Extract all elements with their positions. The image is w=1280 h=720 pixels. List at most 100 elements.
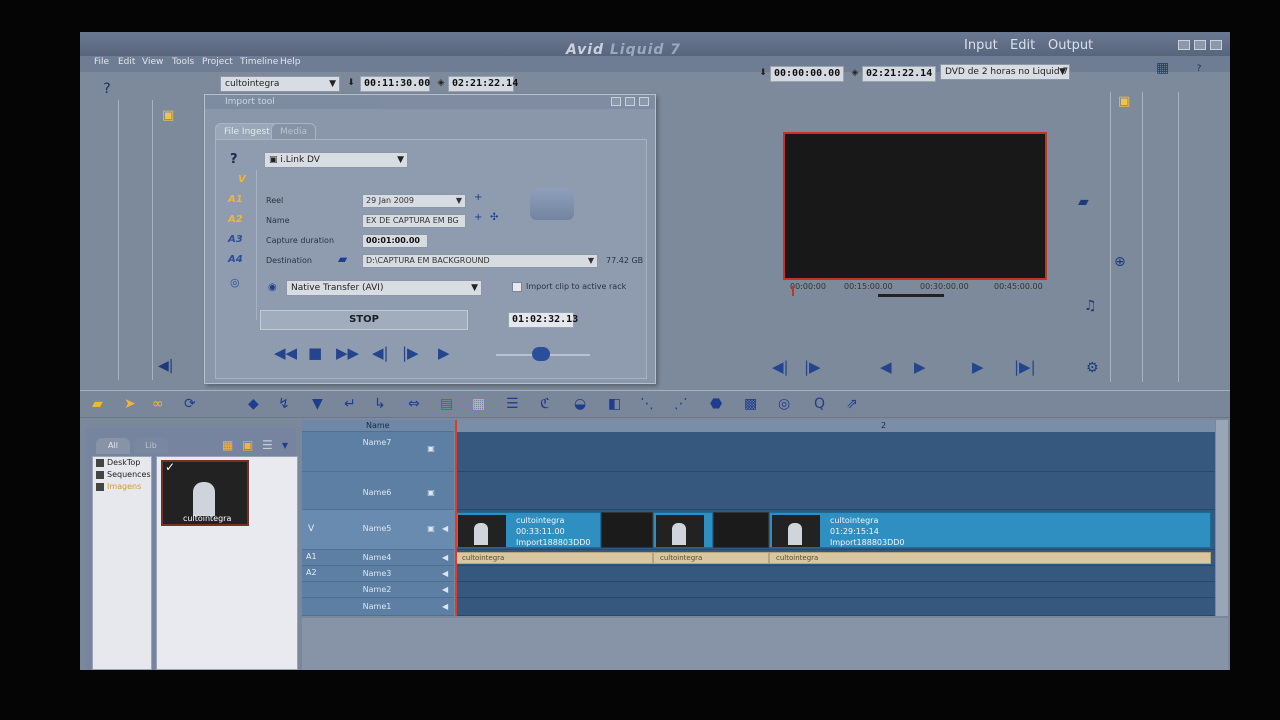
folder-icon[interactable]: ▰	[92, 396, 103, 412]
help-icon[interactable]: ?	[100, 82, 114, 96]
lift-icon[interactable]: ◆	[248, 396, 259, 412]
audio-clip[interactable]: cultointegra	[455, 552, 653, 564]
viewer-ruler[interactable]: 00:00:00 00:15:00.00 00:30:00.00 00:45:0…	[786, 282, 1046, 297]
timeline-playhead[interactable]	[455, 420, 457, 616]
folder-icon[interactable]: ▰	[1078, 194, 1089, 210]
viewer-playhead[interactable]	[792, 286, 794, 296]
tree-item-imagens[interactable]: Imagens	[93, 481, 151, 493]
name-field[interactable]: EX DE CAPTURA EM BG	[362, 214, 466, 228]
disc-icon[interactable]: ◎	[778, 396, 790, 412]
timeline-ruler[interactable]: 2	[455, 420, 1215, 432]
mark-in-icon[interactable]: ◀|	[772, 358, 789, 376]
track-tag-v[interactable]: V	[238, 174, 246, 185]
video-clip[interactable]	[713, 512, 769, 548]
tab-all[interactable]: All	[96, 438, 130, 454]
tab-file-ingest[interactable]: File Ingest	[215, 123, 279, 139]
step-forward-icon[interactable]: ▶	[914, 358, 926, 376]
play-icon[interactable]: ▶	[438, 344, 450, 362]
view-icons-icon[interactable]: ▦	[222, 438, 233, 452]
effects-icon[interactable]: ℭ	[540, 396, 550, 412]
link-icon[interactable]: ∞	[152, 396, 164, 412]
track-tag-a2[interactable]: A2	[306, 568, 317, 577]
track-row[interactable]: A1 Name4 ◀	[302, 550, 454, 566]
unlink-icon[interactable]: ⟳	[184, 396, 196, 412]
video-clip[interactable]	[653, 512, 713, 548]
track-row[interactable]: Name1 ◀	[302, 598, 454, 616]
track-row[interactable]: A2 Name3 ◀	[302, 566, 454, 582]
grid-icon[interactable]: ▦	[472, 396, 485, 412]
title-icon[interactable]: ◧	[608, 396, 621, 412]
split-all-icon[interactable]: ⋰	[674, 396, 688, 412]
audio-icon[interactable]: ♫	[1084, 298, 1097, 314]
record-viewer[interactable]	[783, 132, 1047, 280]
audio-clip[interactable]: cultointegra	[653, 552, 769, 564]
target-icon[interactable]: ◎	[230, 276, 240, 289]
menu-file[interactable]: File	[94, 57, 109, 67]
view-grid-icon[interactable]: ▣	[242, 438, 253, 452]
tree-item-desktop[interactable]: DeskTop	[93, 457, 151, 469]
track-tag-a1[interactable]: A1	[228, 194, 243, 205]
rack-icon[interactable]: ▣	[1118, 94, 1130, 109]
add-icon[interactable]: +	[474, 212, 482, 223]
shuttle-handle[interactable]	[532, 347, 550, 361]
jump-start-icon[interactable]: ◀|	[158, 358, 173, 374]
help-icon[interactable]: ?	[1192, 62, 1206, 76]
extract-icon[interactable]: ↯	[278, 396, 290, 412]
rack-menu-icon[interactable]: ▾	[282, 438, 288, 452]
video-clip[interactable]: cultointegra 00:33:11.00 Import188803DD0	[455, 512, 601, 548]
track-tag-a2[interactable]: A2	[228, 214, 243, 225]
import-rack-checkbox[interactable]	[512, 282, 522, 292]
mark-in-icon[interactable]: ⬇	[756, 66, 770, 80]
folder-icon[interactable]: ▰	[338, 252, 347, 266]
tab-media[interactable]: Media	[271, 123, 317, 139]
menu-view[interactable]: View	[142, 57, 163, 67]
insert-icon[interactable]: ↵	[344, 396, 356, 412]
add-icon[interactable]: +	[474, 192, 482, 203]
video-clip[interactable]: cultointegra 01:29:15:14 Import188803DD0	[769, 512, 1211, 548]
speaker-icon[interactable]: ◀	[442, 585, 448, 594]
dialog-close-button[interactable]	[639, 97, 649, 106]
timeline-tracks[interactable]: 2 cultointegra 00:33:11.00 Import188803DD0…	[455, 420, 1215, 616]
duration-icon[interactable]: ◈	[434, 76, 448, 90]
audio-clip[interactable]: cultointegra	[769, 552, 1211, 564]
zoom-icon[interactable]: Q	[814, 396, 825, 412]
track-lane[interactable]	[455, 582, 1215, 598]
track-tag-a4[interactable]: A4	[228, 254, 243, 265]
track-tag-a1[interactable]: A1	[306, 552, 317, 561]
step-back-icon[interactable]: ◀	[880, 358, 892, 376]
fast-forward-icon[interactable]: ▶▶	[336, 344, 359, 362]
mixer-icon[interactable]: ▤	[440, 396, 453, 412]
mute-icon[interactable]: ▣	[426, 524, 436, 534]
track-row[interactable]: Name6 ▣	[302, 472, 454, 510]
dialog-maximize-button[interactable]	[625, 97, 635, 106]
record-timecode-in[interactable]: 00:00:00.00	[770, 66, 844, 82]
track-lane[interactable]	[455, 566, 1215, 582]
speaker-icon[interactable]: ◀	[442, 569, 448, 578]
timecode-duration-field[interactable]: 02:21:22.14	[448, 76, 518, 92]
menu-project[interactable]: Project	[202, 57, 233, 67]
view-list-icon[interactable]: ☰	[262, 438, 273, 452]
menu-help[interactable]: Help	[280, 57, 301, 67]
render-icon[interactable]: ◒	[574, 396, 586, 412]
mute-icon[interactable]: ▣	[426, 444, 436, 454]
device-combo[interactable]: ▣ i.Link DV ▼	[264, 152, 408, 168]
dialog-minimize-button[interactable]	[611, 97, 621, 106]
play-icon[interactable]: ▶	[972, 358, 984, 376]
track-lane[interactable]	[455, 598, 1215, 616]
track-tag-v[interactable]: V	[308, 524, 314, 534]
video-clip[interactable]	[601, 512, 653, 548]
mode-output[interactable]: Output	[1048, 38, 1093, 53]
record-timecode-duration[interactable]: 02:21:22.14	[862, 66, 936, 82]
track-tag-a3[interactable]: A3	[228, 234, 243, 245]
speaker-icon[interactable]: ◀	[442, 553, 448, 562]
track-row[interactable]: V Name5 ▣ ◀	[302, 510, 454, 550]
mode-edit[interactable]: Edit	[1010, 38, 1035, 53]
mute-icon[interactable]: ▣	[426, 488, 436, 498]
speaker-icon[interactable]: ◀	[442, 602, 448, 611]
stop-icon[interactable]: ■	[308, 344, 322, 362]
capture-icon[interactable]: ▩	[744, 396, 757, 412]
duration-icon[interactable]: ◈	[848, 66, 862, 80]
output-preset-combo[interactable]: DVD de 2 horas no Liquid 7 ▼	[940, 64, 1070, 80]
clip-thumbnail[interactable]: ✓ cultointegra	[161, 460, 249, 526]
sync-icon[interactable]: ⬣	[710, 396, 722, 412]
